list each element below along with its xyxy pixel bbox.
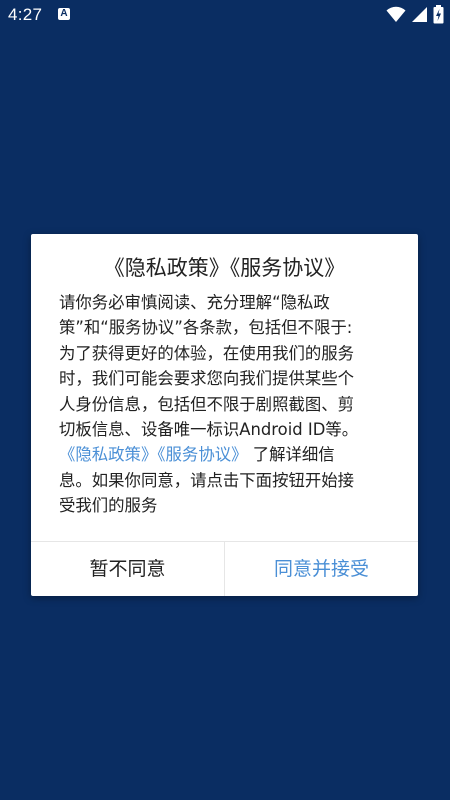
body-line: 策”和“服务协议”各条款，包括但不限于: — [59, 318, 353, 338]
notification-app-icon: A — [58, 8, 70, 20]
wifi-icon — [386, 6, 406, 27]
accept-button[interactable]: 同意并接受 — [225, 542, 418, 596]
body-line: 切板信息、设备唯一标识Android ID等。 — [59, 420, 359, 440]
body-line: 息。如果你同意，请点击下面按钮开始接 — [59, 470, 355, 490]
service-agreement-link[interactable]: 《服务协议》 — [157, 445, 247, 464]
decline-button[interactable]: 暂不同意 — [31, 542, 224, 596]
status-icons — [386, 4, 444, 28]
body-line: 受我们的服务 — [59, 496, 158, 516]
cell-signal-icon — [411, 6, 428, 27]
body-line: 为了获得更好的体验，在使用我们的服务 — [59, 343, 355, 363]
status-time: 4:27 — [8, 5, 43, 24]
body-line: 时，我们可能会要求您向我们提供某些个 — [59, 369, 355, 389]
privacy-dialog: 《隐私政策》《服务协议》 请你务必审慎阅读、充分理解“隐私政 策”和“服务协议”… — [31, 234, 418, 596]
privacy-policy-link[interactable]: 《隐私政策》 — [59, 445, 157, 464]
body-line-links: 《隐私政策》《服务协议》 了解详细信 — [59, 442, 395, 467]
dialog-title: 《隐私政策》《服务协议》 — [103, 256, 346, 280]
body-line: 请你务必审慎阅读、充分理解“隐私政 — [59, 293, 330, 312]
body-line: 人身份信息，包括但不限于剧照截图、剪 — [59, 394, 355, 414]
status-bar: 4:27 A — [0, 0, 450, 32]
dialog-body: 请你务必审慎阅读、充分理解“隐私政 策”和“服务协议”各条款，包括但不限于: 为… — [59, 290, 395, 519]
body-link-suffix: 了解详细信 — [247, 445, 335, 465]
battery-charging-icon — [433, 4, 444, 28]
